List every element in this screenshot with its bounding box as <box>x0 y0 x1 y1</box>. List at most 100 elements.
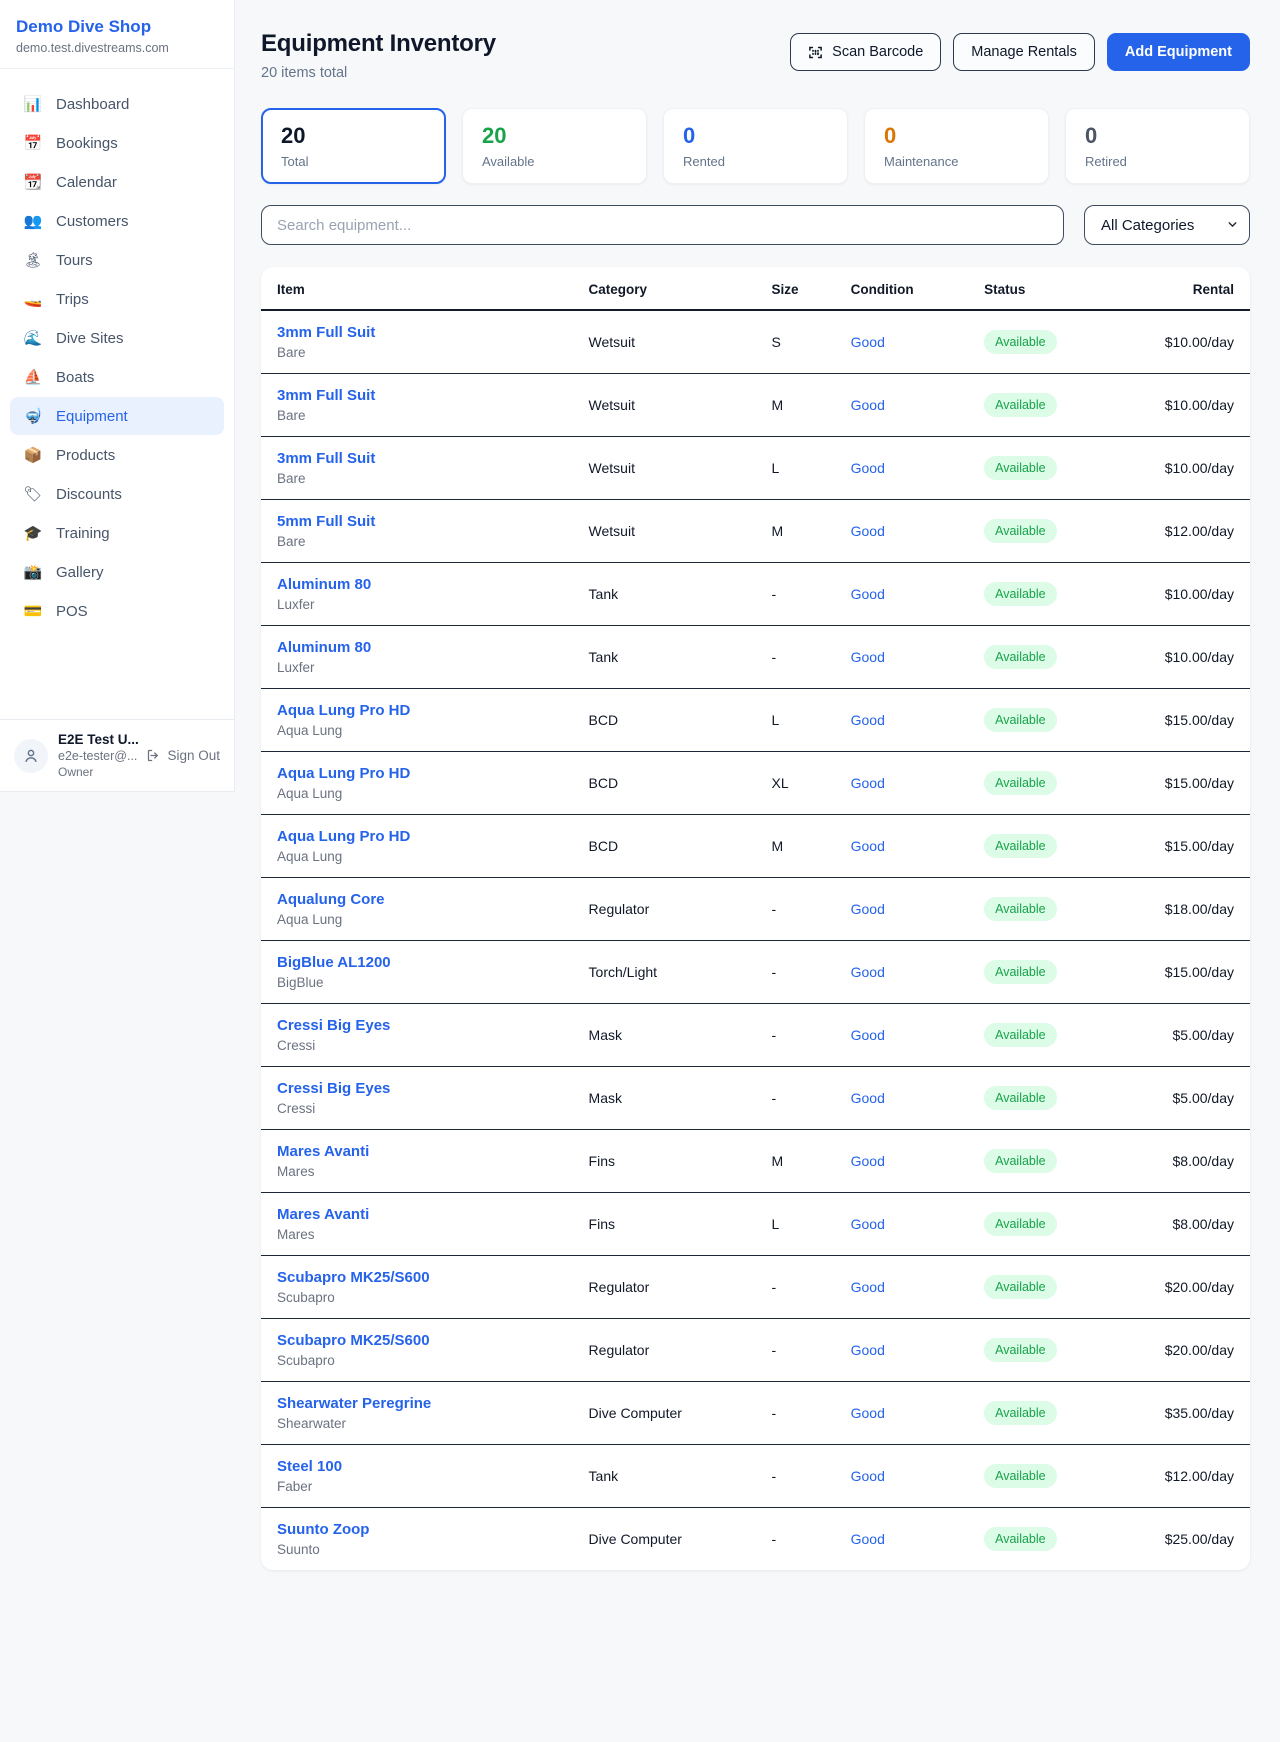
item-link[interactable]: BigBlue AL1200 <box>277 954 557 971</box>
stat-card-available[interactable]: 20Available <box>462 108 647 184</box>
sidebar-item-boats[interactable]: ⛵Boats <box>10 358 224 396</box>
sidebar-item-pos[interactable]: 💳POS <box>10 592 224 630</box>
sidebar-item-calendar[interactable]: 📆Calendar <box>10 163 224 201</box>
condition-link[interactable]: Good <box>835 1130 969 1193</box>
stat-card-maintenance[interactable]: 0Maintenance <box>864 108 1049 184</box>
search-input[interactable] <box>261 205 1064 245</box>
item-link[interactable]: 3mm Full Suit <box>277 324 557 341</box>
item-link[interactable]: 5mm Full Suit <box>277 513 557 530</box>
sidebar-item-label: Tours <box>56 252 93 269</box>
status-cell: Available <box>968 1256 1106 1319</box>
table-row: Scubapro MK25/S600ScubaproRegulator-Good… <box>261 1256 1250 1319</box>
condition-link[interactable]: Good <box>835 1382 969 1445</box>
rental-cell: $15.00/day <box>1107 689 1250 752</box>
stat-card-total[interactable]: 20Total <box>261 108 446 184</box>
condition-link[interactable]: Good <box>835 815 969 878</box>
size-cell: - <box>756 1256 835 1319</box>
sign-out-label: Sign Out <box>167 748 220 763</box>
sidebar-item-trips[interactable]: 🚤Trips <box>10 280 224 318</box>
stat-card-retired[interactable]: 0Retired <box>1065 108 1250 184</box>
item-cell: Aluminum 80Luxfer <box>261 626 573 689</box>
item-link[interactable]: Shearwater Peregrine <box>277 1395 557 1412</box>
item-link[interactable]: Mares Avanti <box>277 1206 557 1223</box>
condition-link[interactable]: Good <box>835 1004 969 1067</box>
scan-barcode-button[interactable]: Scan Barcode <box>790 33 941 71</box>
sidebar-item-dashboard[interactable]: 📊Dashboard <box>10 85 224 123</box>
condition-link[interactable]: Good <box>835 941 969 1004</box>
sidebar-item-products[interactable]: 📦Products <box>10 436 224 474</box>
category-select[interactable]: All Categories <box>1084 205 1250 245</box>
sidebar-item-tours[interactable]: 🏝 Tours <box>10 241 224 279</box>
add-equipment-button[interactable]: Add Equipment <box>1107 33 1250 71</box>
item-link[interactable]: Suunto Zoop <box>277 1521 557 1538</box>
sidebar-item-label: Discounts <box>56 486 122 503</box>
item-link[interactable]: Aluminum 80 <box>277 576 557 593</box>
table-row: Suunto ZoopSuuntoDive Computer-GoodAvail… <box>261 1508 1250 1571</box>
sidebar-item-dive-sites[interactable]: 🌊Dive Sites <box>10 319 224 357</box>
pos-icon: 💳 <box>23 602 43 620</box>
status-cell: Available <box>968 563 1106 626</box>
item-link[interactable]: Mares Avanti <box>277 1143 557 1160</box>
discounts-icon: 🏷 <box>23 485 43 503</box>
condition-link[interactable]: Good <box>835 437 969 500</box>
sign-out-button[interactable]: Sign Out <box>146 748 220 763</box>
sidebar-item-discounts[interactable]: 🏷 Discounts <box>10 475 224 513</box>
item-link[interactable]: 3mm Full Suit <box>277 450 557 467</box>
category-cell: Regulator <box>573 878 756 941</box>
sidebar-item-training[interactable]: 🎓Training <box>10 514 224 552</box>
stat-value: 20 <box>281 123 426 149</box>
condition-link[interactable]: Good <box>835 310 969 374</box>
item-link[interactable]: Aqua Lung Pro HD <box>277 765 557 782</box>
table-row: Aqua Lung Pro HDAqua LungBCDXLGoodAvaila… <box>261 752 1250 815</box>
stat-label: Rented <box>683 154 828 169</box>
column-header-status: Status <box>968 267 1106 310</box>
item-cell: Scubapro MK25/S600Scubapro <box>261 1256 573 1319</box>
sidebar-item-gallery[interactable]: 📸Gallery <box>10 553 224 591</box>
category-cell: Tank <box>573 563 756 626</box>
table-row: BigBlue AL1200BigBlueTorch/Light-GoodAva… <box>261 941 1250 1004</box>
item-link[interactable]: Cressi Big Eyes <box>277 1017 557 1034</box>
status-cell: Available <box>968 626 1106 689</box>
status-badge: Available <box>984 1527 1057 1551</box>
condition-link[interactable]: Good <box>835 500 969 563</box>
manage-rentals-button[interactable]: Manage Rentals <box>953 33 1095 71</box>
item-link[interactable]: Aqua Lung Pro HD <box>277 828 557 845</box>
condition-link[interactable]: Good <box>835 626 969 689</box>
condition-link[interactable]: Good <box>835 1067 969 1130</box>
item-link[interactable]: Scubapro MK25/S600 <box>277 1332 557 1349</box>
size-cell: - <box>756 563 835 626</box>
brand-title[interactable]: Demo Dive Shop <box>16 17 218 37</box>
rental-cell: $8.00/day <box>1107 1130 1250 1193</box>
item-link[interactable]: Aqua Lung Pro HD <box>277 702 557 719</box>
tours-icon: 🏝 <box>23 251 43 269</box>
page-title-block: Equipment Inventory 20 items total <box>261 30 496 81</box>
item-link[interactable]: Aqualung Core <box>277 891 557 908</box>
condition-link[interactable]: Good <box>835 1193 969 1256</box>
item-link[interactable]: Cressi Big Eyes <box>277 1080 557 1097</box>
rental-cell: $5.00/day <box>1107 1004 1250 1067</box>
sidebar-item-equipment[interactable]: 🤿Equipment <box>10 397 224 435</box>
condition-link[interactable]: Good <box>835 1508 969 1571</box>
condition-link[interactable]: Good <box>835 1445 969 1508</box>
size-cell: - <box>756 1382 835 1445</box>
sidebar-item-customers[interactable]: 👥Customers <box>10 202 224 240</box>
sidebar-item-bookings[interactable]: 📅Bookings <box>10 124 224 162</box>
stat-card-rented[interactable]: 0Rented <box>663 108 848 184</box>
condition-link[interactable]: Good <box>835 878 969 941</box>
condition-link[interactable]: Good <box>835 689 969 752</box>
sidebar-nav: 📊Dashboard📅Bookings📆Calendar👥Customers 🏝 T… <box>0 69 234 719</box>
size-cell: - <box>756 1319 835 1382</box>
condition-link[interactable]: Good <box>835 374 969 437</box>
category-cell: Wetsuit <box>573 437 756 500</box>
item-link[interactable]: Scubapro MK25/S600 <box>277 1269 557 1286</box>
condition-link[interactable]: Good <box>835 563 969 626</box>
condition-link[interactable]: Good <box>835 1319 969 1382</box>
table-row: Scubapro MK25/S600ScubaproRegulator-Good… <box>261 1319 1250 1382</box>
item-link[interactable]: 3mm Full Suit <box>277 387 557 404</box>
condition-link[interactable]: Good <box>835 752 969 815</box>
condition-link[interactable]: Good <box>835 1256 969 1319</box>
item-link[interactable]: Aluminum 80 <box>277 639 557 656</box>
rental-cell: $20.00/day <box>1107 1319 1250 1382</box>
item-link[interactable]: Steel 100 <box>277 1458 557 1475</box>
rental-cell: $10.00/day <box>1107 310 1250 374</box>
